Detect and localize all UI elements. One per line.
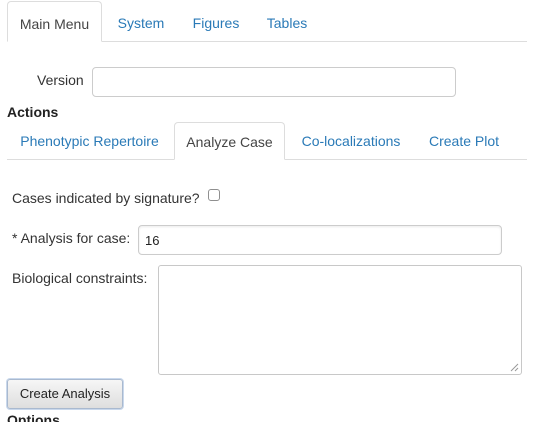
biological-constraints-textarea[interactable] [158,265,522,375]
version-input[interactable] [92,67,456,97]
create-analysis-button[interactable]: Create Analysis [7,379,123,409]
version-label: Version [37,72,84,88]
actions-heading: Actions [7,104,59,120]
tab-tables-label: Tables [266,15,308,31]
cases-by-signature-checkbox[interactable] [208,189,220,201]
tab-tables[interactable]: Tables [253,1,321,41]
analysis-for-case-input[interactable] [138,225,502,255]
action-tab-bar: Phenotypic Repertoire Analyze Case Co-lo… [7,122,527,160]
tab-system[interactable]: System [103,1,179,41]
tab-analyze-case-label: Analyze Case [186,134,273,150]
app-root: Main Menu System Figures Tables Version … [0,0,536,422]
tab-create-plot-label: Create Plot [428,133,500,149]
tab-system-label: System [117,15,165,31]
analysis-for-case-label: * Analysis for case: [12,230,131,246]
biological-constraints-label: Biological constraints: [12,270,148,286]
tab-figures-label: Figures [192,15,240,31]
main-tab-bar: Main Menu System Figures Tables [7,1,527,42]
cases-by-signature-label: Cases indicated by signature? [12,190,200,206]
tab-co-localizations-label: Co-localizations [301,133,401,149]
tab-phenotypic-repertoire-label: Phenotypic Repertoire [20,133,159,149]
tab-figures[interactable]: Figures [180,1,252,41]
options-heading: Options [7,412,60,422]
tab-main-menu[interactable]: Main Menu [7,1,102,42]
tab-phenotypic-repertoire[interactable]: Phenotypic Repertoire [7,122,172,159]
tab-create-plot[interactable]: Create Plot [417,122,511,159]
resize-grip-icon[interactable] [510,363,519,372]
tab-co-localizations[interactable]: Co-localizations [287,122,415,159]
tab-main-menu-label: Main Menu [19,16,90,32]
tab-analyze-case[interactable]: Analyze Case [174,122,285,160]
